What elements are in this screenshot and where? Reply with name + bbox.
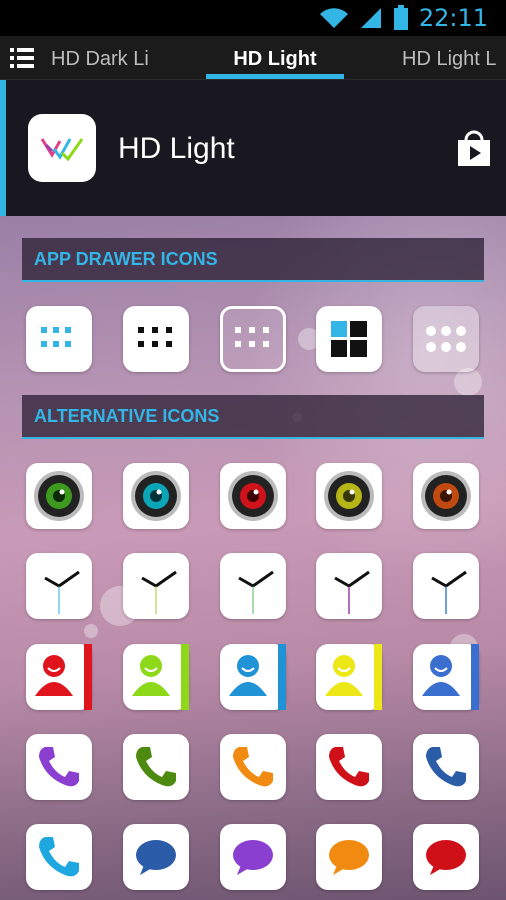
section-alternative-icons: ALTERNATIVE ICONS [22, 395, 484, 439]
clock-icon[interactable] [26, 553, 92, 619]
icon-preview-area[interactable]: APP DRAWER ICONS ALTERNATIVE ICONS [0, 216, 506, 900]
status-bar: 22:11 [0, 0, 506, 36]
bokeh-light [454, 368, 482, 396]
grid-black-icon[interactable] [123, 306, 189, 372]
phone-icon[interactable] [123, 734, 189, 800]
tab-hd-light-l[interactable]: HD Light L [402, 48, 497, 71]
contacts-icon[interactable] [123, 644, 189, 710]
clock-icon[interactable] [123, 553, 189, 619]
clock-icon[interactable] [220, 553, 286, 619]
signal-icon [360, 8, 381, 28]
camera-icon[interactable] [316, 463, 382, 529]
tab-bar: HD Dark Li HD Light HD Light L [0, 36, 506, 80]
phone-icon[interactable] [26, 734, 92, 800]
theme-title: HD Light [118, 132, 235, 165]
battery-icon [393, 5, 408, 30]
camera-icon[interactable] [220, 463, 286, 529]
contacts-icon[interactable] [220, 644, 286, 710]
phone-icon[interactable] [220, 734, 286, 800]
message-icon[interactable] [220, 824, 286, 890]
camera-icon[interactable] [26, 463, 92, 529]
bokeh-light [84, 624, 98, 638]
clock-icon[interactable] [316, 553, 382, 619]
app-logo-icon [28, 114, 96, 182]
status-time: 22:11 [418, 4, 488, 32]
contacts-icon[interactable] [26, 644, 92, 710]
message-icon[interactable] [316, 824, 382, 890]
contacts-icon[interactable] [413, 644, 479, 710]
section-app-drawer-icons: APP DRAWER ICONS [22, 238, 484, 282]
camera-icon[interactable] [123, 463, 189, 529]
dots-icon[interactable] [413, 306, 479, 372]
menu-icon[interactable] [8, 44, 36, 72]
tiles-icon[interactable] [316, 306, 382, 372]
tab-hd-light[interactable]: HD Light [206, 48, 344, 71]
phone-icon[interactable] [26, 824, 92, 890]
phone-icon[interactable] [316, 734, 382, 800]
message-icon[interactable] [413, 824, 479, 890]
tab-hd-dark[interactable]: HD Dark Li [51, 48, 149, 71]
tab-indicator [206, 74, 344, 79]
play-store-icon[interactable] [454, 128, 494, 168]
grid-outline-icon[interactable] [220, 306, 286, 372]
phone-icon[interactable] [413, 734, 479, 800]
clock-icon[interactable] [413, 553, 479, 619]
theme-header: HD Light [0, 80, 506, 216]
contacts-icon[interactable] [316, 644, 382, 710]
wifi-icon [319, 8, 348, 28]
grid-blue-icon[interactable] [26, 306, 92, 372]
camera-icon[interactable] [413, 463, 479, 529]
message-icon[interactable] [123, 824, 189, 890]
